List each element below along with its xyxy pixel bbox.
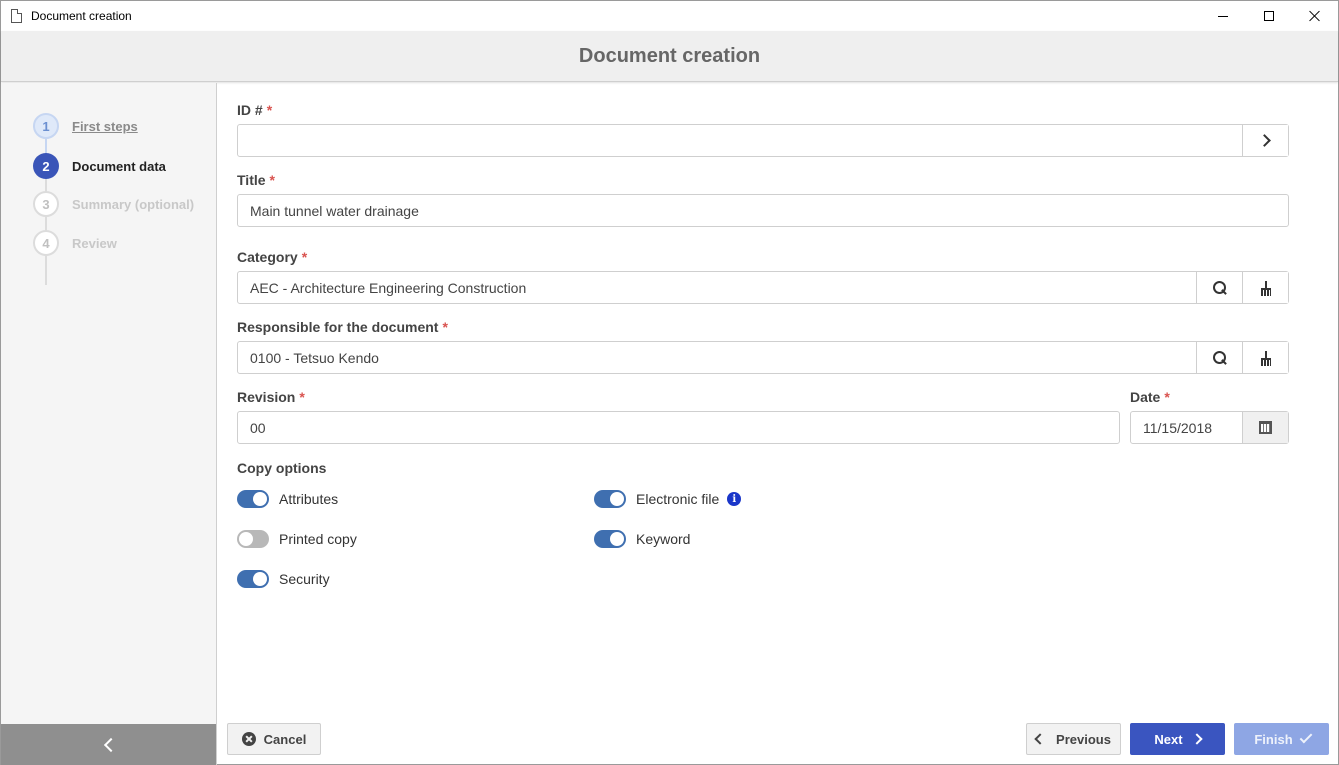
required-marker: *: [301, 249, 308, 265]
cancel-button[interactable]: Cancel: [227, 723, 321, 755]
search-icon: [1212, 350, 1227, 365]
toggle-label: Security: [279, 571, 330, 587]
chevron-right-icon: [1190, 733, 1203, 745]
revision-input[interactable]: 00: [238, 420, 1119, 436]
category-input[interactable]: AEC - Architecture Engineering Construct…: [238, 280, 1196, 296]
step-summary: 3 Summary (optional): [33, 191, 194, 217]
chevron-right-icon: [1257, 134, 1271, 147]
search-icon: [1212, 280, 1227, 295]
cancel-label: Cancel: [263, 731, 307, 747]
maximize-icon: [1264, 11, 1274, 21]
toggle-printed-copy[interactable]: Printed copy: [237, 530, 357, 548]
clear-icon: [1260, 350, 1272, 366]
title-label: Title *: [237, 172, 275, 188]
cancel-icon: [241, 732, 256, 746]
previous-button[interactable]: Previous: [1026, 723, 1121, 755]
wizard-steps-sidebar: 1 First steps 2 Document data 3 Summary …: [1, 83, 217, 765]
required-marker: *: [269, 172, 275, 188]
title-input[interactable]: Main tunnel water drainage: [238, 203, 1288, 219]
toggle-attributes[interactable]: Attributes: [237, 490, 338, 508]
dialog-window: Document creation Document creation 1 Fi…: [0, 0, 1339, 765]
required-marker: *: [442, 319, 448, 335]
title-bar: Document creation: [1, 1, 1338, 31]
category-search-button[interactable]: [1196, 272, 1242, 303]
clear-icon: [1260, 280, 1272, 296]
category-field[interactable]: AEC - Architecture Engineering Construct…: [237, 271, 1289, 304]
page-title: Document creation: [578, 44, 761, 67]
step-first-steps[interactable]: 1 First steps: [33, 113, 138, 139]
title-field[interactable]: Main tunnel water drainage: [237, 194, 1289, 227]
revision-label: Revision *: [237, 389, 305, 405]
minimize-icon: [1218, 15, 1228, 17]
id-field[interactable]: [237, 124, 1289, 157]
next-button[interactable]: Next: [1130, 723, 1225, 755]
switch[interactable]: [237, 530, 269, 548]
step-connector: [45, 165, 47, 285]
date-label: Date *: [1130, 389, 1170, 405]
toggle-label: Keyword: [636, 531, 691, 547]
switch[interactable]: [237, 490, 269, 508]
step-number: 4: [33, 230, 59, 256]
window-title: Document creation: [31, 9, 132, 23]
toggle-label: Printed copy: [279, 531, 357, 547]
required-marker: *: [299, 389, 305, 405]
generate-id-button[interactable]: [1242, 125, 1288, 156]
document-icon: [11, 9, 22, 23]
page-header: Document creation: [1, 31, 1338, 82]
info-icon[interactable]: i: [727, 492, 742, 506]
toggle-security[interactable]: Security: [237, 570, 330, 588]
responsible-clear-button[interactable]: [1242, 342, 1288, 373]
step-label: Document data: [72, 158, 166, 174]
step-document-data[interactable]: 2 Document data: [33, 153, 166, 179]
responsible-input[interactable]: 0100 - Tetsuo Kendo: [238, 350, 1196, 366]
responsible-field[interactable]: 0100 - Tetsuo Kendo: [237, 341, 1289, 374]
responsible-label: Responsible for the document *: [237, 319, 448, 335]
category-clear-button[interactable]: [1242, 272, 1288, 303]
step-review: 4 Review: [33, 230, 117, 256]
close-icon: [1309, 10, 1321, 22]
chevron-left-icon: [103, 737, 118, 752]
required-marker: *: [1164, 389, 1170, 405]
category-label: Category *: [237, 249, 308, 265]
switch[interactable]: [237, 570, 269, 588]
maximize-button[interactable]: [1246, 1, 1292, 31]
id-label: ID # *: [237, 102, 273, 118]
date-picker-button[interactable]: [1242, 412, 1288, 443]
toggle-keyword[interactable]: Keyword: [594, 530, 690, 548]
minimize-button[interactable]: [1200, 1, 1246, 31]
step-label: Review: [72, 235, 117, 251]
collapse-sidebar-button[interactable]: [1, 724, 216, 765]
step-number: 2: [33, 153, 59, 179]
close-window-button[interactable]: [1292, 1, 1338, 31]
step-label: Summary (optional): [72, 196, 195, 212]
next-label: Next: [1154, 731, 1183, 747]
responsible-search-button[interactable]: [1196, 342, 1242, 373]
toggle-electronic-file[interactable]: Electronic file i: [594, 490, 742, 508]
toggle-label: Attributes: [279, 491, 339, 507]
previous-label: Previous: [1056, 731, 1111, 747]
chevron-left-icon: [1034, 733, 1046, 745]
check-icon: [1299, 730, 1313, 744]
revision-field[interactable]: 00: [237, 411, 1120, 444]
toggle-label: Electronic file: [636, 491, 720, 507]
date-field[interactable]: 11/15/2018: [1130, 411, 1289, 444]
required-marker: *: [266, 102, 273, 118]
switch[interactable]: [594, 530, 626, 548]
finish-label: Finish: [1254, 731, 1293, 747]
step-label[interactable]: First steps: [72, 119, 138, 134]
switch[interactable]: [594, 490, 626, 508]
step-number: 1: [33, 113, 59, 139]
copy-options-title: Copy options: [237, 460, 327, 476]
date-input[interactable]: 11/15/2018: [1131, 420, 1242, 436]
calendar-icon: [1259, 421, 1272, 434]
finish-button[interactable]: Finish: [1234, 723, 1329, 755]
step-number: 3: [33, 191, 59, 217]
